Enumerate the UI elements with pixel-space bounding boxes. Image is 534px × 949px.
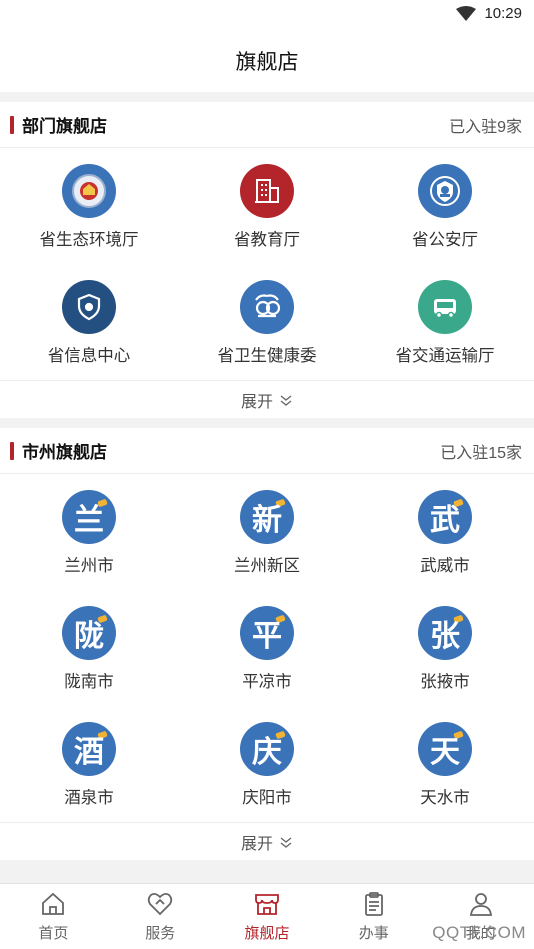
emblem-icon [62,164,116,218]
store-label: 省卫生健康委 [217,347,317,365]
city-item-lanzhou[interactable]: 兰 兰州市 [0,474,178,590]
expand-label: 展开 [240,835,273,853]
store-item-public-security[interactable]: 省公安厅 [356,148,534,264]
clipboard-icon [364,892,383,916]
city-glyph: 天 [430,735,460,770]
home-icon [42,892,65,915]
city-item-tianshui[interactable]: 天 天水市 [356,706,534,822]
city-expand-button[interactable]: 展开 [0,822,534,860]
department-count: 已入驻9家 [449,118,522,136]
city-glyph: 张 [430,619,460,654]
city-logo-icon: 庆 [240,722,294,776]
double-chevron-down-icon [280,836,292,848]
city-logo-icon: 新 [240,490,294,544]
vehicle-icon [418,280,472,334]
section-accent-bar [10,441,14,460]
city-glyph: 庆 [252,735,282,770]
department-expand-button[interactable]: 展开 [0,380,534,418]
tab-label: 旗舰店 [244,925,290,942]
building-icon [240,164,294,218]
store-label: 省教育厅 [234,231,300,249]
city-logo-icon: 兰 [62,490,116,544]
tab-affairs[interactable]: 办事 [320,884,427,949]
clock: 10:29 [484,5,522,22]
city-section-title: 市州旗舰店 [22,443,107,462]
watermark: QQTF.COM [432,923,526,942]
store-item-health[interactable]: 省卫生健康委 [178,264,356,380]
city-label: 兰州新区 [234,557,300,575]
city-logo-icon: 酒 [62,722,116,776]
city-label: 庆阳市 [242,789,292,807]
store-label: 省交通运输厅 [395,347,495,365]
expand-label: 展开 [240,393,273,411]
store-item-education[interactable]: 省教育厅 [178,148,356,264]
store-item-transport[interactable]: 省交通运输厅 [356,264,534,380]
store-label: 省公安厅 [412,231,478,249]
city-label: 张掖市 [420,673,470,691]
city-glyph: 酒 [74,735,104,770]
heart-tag-icon [148,892,173,916]
tab-flagship[interactable]: 旗舰店 [214,884,321,949]
department-section: 部门旗舰店 已入驻9家 省生态环境厅 省教育厅 省公安厅 省信息中心 省卫生健康… [0,102,534,418]
shield-icon [62,280,116,334]
city-label: 平凉市 [242,673,292,691]
city-item-longnan[interactable]: 陇 陇南市 [0,590,178,706]
city-glyph: 兰 [74,503,104,538]
city-label: 天水市 [420,789,470,807]
page-header: 旗舰店 [0,30,534,92]
city-glyph: 陇 [74,619,104,654]
city-logo-icon: 平 [240,606,294,660]
city-glyph: 平 [252,619,282,654]
city-item-jiuquan[interactable]: 酒 酒泉市 [0,706,178,822]
city-label: 兰州市 [64,557,114,575]
city-label: 陇南市 [64,673,114,691]
police-badge-icon [418,164,472,218]
double-chevron-down-icon [280,394,292,406]
section-accent-bar [10,115,14,134]
health-logo-icon [240,280,294,334]
city-item-zhangye[interactable]: 张 张掖市 [356,590,534,706]
city-section-header: 市州旗舰店 已入驻15家 [0,428,534,474]
department-section-title: 部门旗舰店 [22,117,107,136]
city-item-qingyang[interactable]: 庆 庆阳市 [178,706,356,822]
store-label: 省生态环境厅 [39,231,139,249]
tab-services[interactable]: 服务 [107,884,214,949]
store-item-info-center[interactable]: 省信息中心 [0,264,178,380]
city-glyph: 武 [430,503,460,538]
page-title: 旗舰店 [235,51,299,74]
status-bar: 10:29 [0,0,534,30]
city-logo-icon: 武 [418,490,472,544]
user-icon [469,893,492,916]
city-item-wuwei[interactable]: 武 武威市 [356,474,534,590]
city-item-lanzhou-new-area[interactable]: 新 兰州新区 [178,474,356,590]
store-icon [255,894,279,915]
city-glyph: 新 [252,503,282,538]
store-label: 省信息中心 [47,347,131,365]
tab-home[interactable]: 首页 [0,884,107,949]
wifi-icon [456,5,477,21]
tab-label: 首页 [38,925,69,942]
city-logo-icon: 张 [418,606,472,660]
tab-label: 办事 [358,925,389,942]
tab-label: 服务 [145,925,176,942]
city-section: 市州旗舰店 已入驻15家 兰 兰州市 新 兰州新区 武 武威市 陇 陇南市 平 … [0,428,534,860]
city-label: 武威市 [420,557,470,575]
city-count: 已入驻15家 [440,444,522,462]
city-label: 酒泉市 [64,789,114,807]
store-item-eco-env[interactable]: 省生态环境厅 [0,148,178,264]
city-item-pingliang[interactable]: 平 平凉市 [178,590,356,706]
city-logo-icon: 陇 [62,606,116,660]
department-section-header: 部门旗舰店 已入驻9家 [0,102,534,148]
city-logo-icon: 天 [418,722,472,776]
